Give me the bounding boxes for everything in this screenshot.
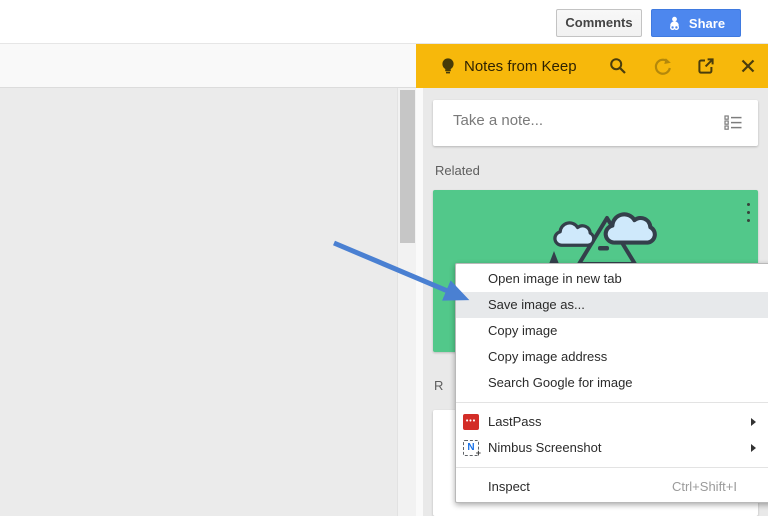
browser-viewport: Comments Share Editing [0,0,768,516]
checklist-icon[interactable] [724,115,743,130]
menu-item-copy-image-address[interactable]: Copy image address [456,344,768,370]
menu-separator [456,402,768,403]
related-section-label: Related [435,163,480,178]
menu-separator [456,467,768,468]
submenu-arrow-icon [751,444,756,452]
menu-item-search-google-for-image[interactable]: Search Google for image [456,370,768,396]
menu-item-save-image-as[interactable]: Save image as... [456,292,768,318]
panel-left-gutter [416,88,423,516]
nimbus-label: Nimbus Screenshot [488,440,601,455]
share-button[interactable]: Share [651,9,741,37]
image-context-menu: Open image in new tab Save image as... C… [455,263,768,503]
document-scrollbar-track[interactable] [397,88,416,516]
share-person-icon [667,16,682,31]
document-canvas [0,88,416,516]
menu-item-lastpass[interactable]: ••• LastPass [456,409,768,435]
lastpass-label: LastPass [488,414,541,429]
inspect-shortcut: Ctrl+Shift+I [672,474,737,500]
submenu-arrow-icon [751,418,756,426]
document-toolbar: Editing [0,44,416,88]
open-in-new-icon[interactable] [696,56,716,76]
search-icon[interactable] [608,56,628,76]
menu-item-open-image-new-tab[interactable]: Open image in new tab [456,266,768,292]
top-bar: Comments Share [0,0,768,44]
take-a-note-card [433,100,758,146]
share-button-label: Share [689,16,725,31]
take-a-note-input[interactable] [453,112,683,129]
menu-item-nimbus-screenshot[interactable]: N + Nimbus Screenshot [456,435,768,461]
nimbus-letter: N [467,442,474,453]
nimbus-plus: + [476,446,481,460]
note-options-kebab-icon[interactable] [742,203,754,227]
keep-panel-header: Notes from Keep [416,44,768,88]
occluded-section-label: R [434,378,446,394]
lightbulb-icon [438,56,458,76]
clouds-mountain-illustration [541,208,681,264]
document-scrollbar-thumb[interactable] [400,90,415,243]
menu-item-copy-image[interactable]: Copy image [456,318,768,344]
comments-button[interactable]: Comments [556,9,642,37]
close-icon[interactable] [738,56,758,76]
keep-panel-title: Notes from Keep [464,58,577,75]
nimbus-screenshot-icon: N + [463,440,479,456]
lastpass-icon: ••• [463,414,479,430]
inspect-label: Inspect [488,479,530,494]
refresh-icon[interactable] [653,56,673,76]
menu-item-inspect[interactable]: Inspect Ctrl+Shift+I [456,474,768,500]
